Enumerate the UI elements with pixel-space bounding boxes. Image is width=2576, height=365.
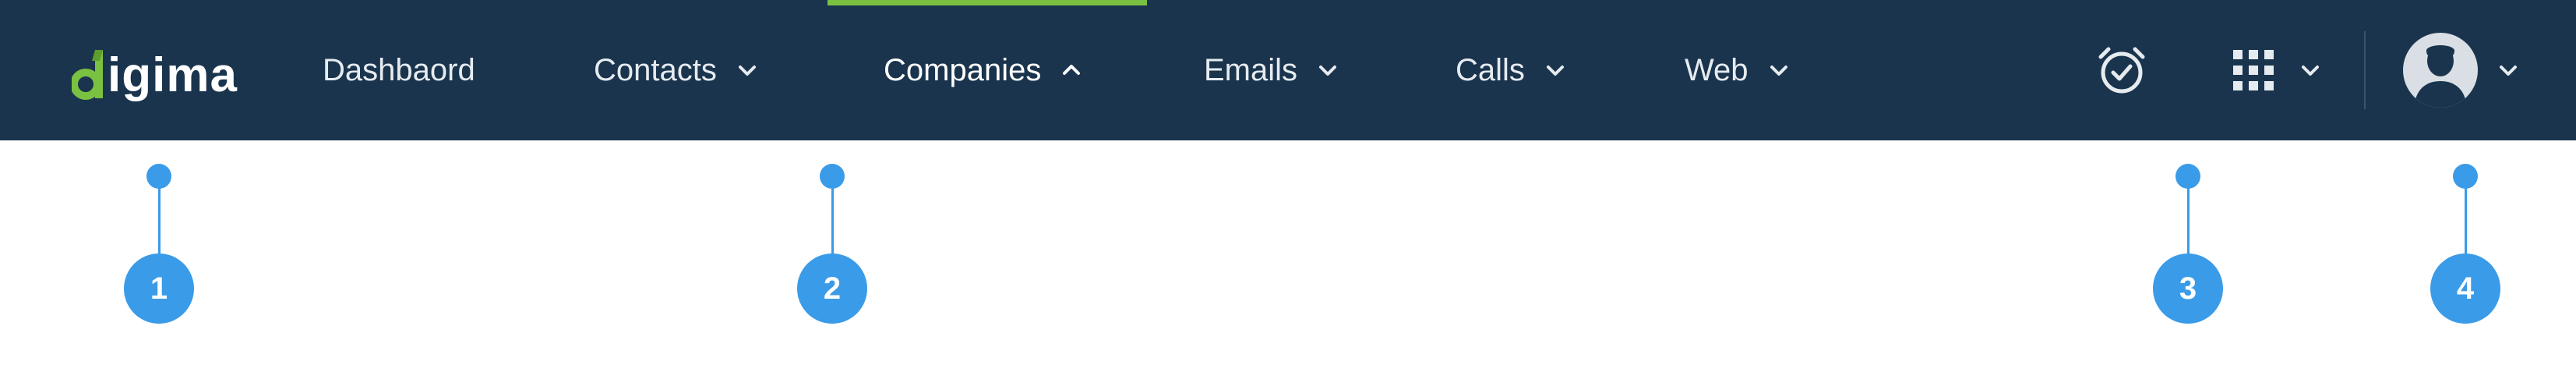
callout-badge: 3 — [2153, 253, 2223, 324]
nav-item-label: Web — [1685, 52, 1749, 87]
nav-item-dashboard[interactable]: Dashbaord — [323, 0, 475, 140]
callout-line — [2464, 187, 2467, 257]
logo-text: igima — [108, 48, 238, 102]
nav-item-emails[interactable]: Emails — [1204, 0, 1338, 140]
callout-badge: 1 — [124, 253, 194, 324]
nav-item-web[interactable]: Web — [1685, 0, 1789, 140]
callout-badge: 2 — [797, 253, 867, 324]
callout-dot — [2175, 164, 2200, 189]
digima-logo[interactable]: igima — [72, 34, 238, 105]
alarm-clock-icon — [2098, 47, 2145, 94]
callout-line — [831, 187, 834, 257]
apps-menu-button[interactable] — [2233, 0, 2320, 140]
callout-dot — [2453, 164, 2478, 189]
chevron-down-icon — [1770, 66, 1787, 76]
chevron-down-icon — [2500, 66, 2517, 76]
nav-item-label: Companies — [884, 52, 1042, 87]
apps-grid-icon — [2233, 50, 2274, 90]
chevron-down-icon — [1319, 66, 1337, 76]
nav-item-label: Contacts — [594, 52, 717, 87]
nav-item-companies[interactable]: Companies — [884, 0, 1082, 140]
nav-item-contacts[interactable]: Contacts — [594, 0, 757, 140]
user-menu-button[interactable] — [2403, 0, 2518, 140]
nav-item-calls[interactable]: Calls — [1456, 0, 1565, 140]
logo-d-icon — [72, 50, 103, 100]
callout-line — [157, 187, 161, 257]
chevron-down-icon — [1546, 66, 1564, 76]
chevron-up-icon — [1063, 65, 1081, 75]
reminders-button[interactable] — [2096, 0, 2147, 140]
top-navbar: igima Dashbaord Contacts Companies Email… — [0, 0, 2576, 140]
callout-line — [2186, 187, 2190, 257]
nav-item-label: Dashbaord — [323, 52, 475, 87]
nav-item-label: Calls — [1456, 52, 1525, 87]
toolbar-divider — [2364, 31, 2366, 109]
chevron-down-icon — [738, 66, 756, 76]
avatar — [2403, 33, 2478, 108]
nav-item-label: Emails — [1204, 52, 1298, 87]
user-silhouette-icon — [2414, 45, 2467, 108]
callout-dot — [146, 164, 171, 189]
callout-badge: 4 — [2430, 253, 2500, 324]
chevron-down-icon — [2302, 66, 2319, 76]
callout-dot — [820, 164, 845, 189]
